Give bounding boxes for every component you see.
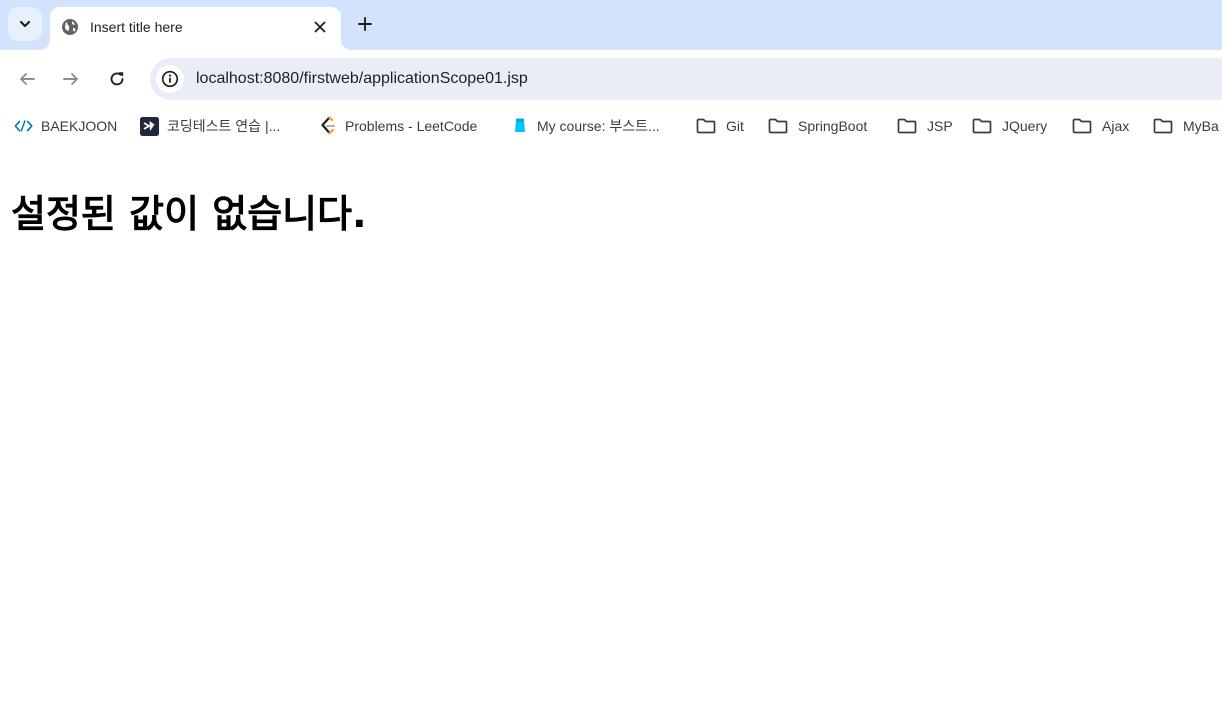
arrow-right-icon: [63, 73, 78, 85]
site-info-button[interactable]: [156, 65, 184, 93]
folder-icon: [1072, 116, 1092, 136]
leetcode-icon: [318, 116, 338, 136]
folder-icon: [897, 116, 917, 136]
bookmark-label: Git: [726, 118, 744, 134]
back-button[interactable]: [12, 64, 42, 94]
plus-icon: [358, 17, 372, 31]
tab-strip: Insert title here: [0, 0, 1222, 50]
tab-search-button[interactable]: [8, 7, 42, 41]
globe-icon: [62, 19, 78, 35]
forward-button[interactable]: [56, 64, 86, 94]
bookmark-boostcourse[interactable]: My course: 부스트...: [510, 114, 660, 138]
tab-active[interactable]: Insert title here: [50, 7, 341, 50]
tab-close-button[interactable]: [308, 15, 332, 39]
bookmark-label: SpringBoot: [798, 118, 868, 134]
reload-icon: [110, 72, 124, 86]
bookmark-baekjoon[interactable]: BAEKJOON: [14, 114, 117, 138]
page-content: 설정된 값이 없습니다.: [0, 144, 1222, 712]
folder-icon: [696, 116, 716, 136]
tab-title: Insert title here: [90, 19, 183, 35]
baekjoon-code-icon: [14, 116, 34, 136]
bookmark-label: Ajax: [1102, 118, 1130, 134]
chevron-down-icon: [19, 20, 31, 28]
folder-icon: [768, 116, 788, 136]
programmers-icon: [139, 116, 159, 136]
bookmark-label: JQuery: [1002, 118, 1048, 134]
page-heading: 설정된 값이 없습니다.: [11, 192, 367, 236]
bookmark-folder-git[interactable]: Git: [696, 114, 744, 138]
toolbar: localhost:8080/firstweb/applicationScope…: [0, 50, 1222, 108]
bookmark-label: Problems - LeetCode: [345, 118, 478, 134]
reload-button[interactable]: [102, 64, 132, 94]
browser-window: Insert title here localhost:8080/firstwe…: [0, 0, 1222, 712]
folder-icon: [972, 116, 992, 136]
bookmark-folder-jquery[interactable]: JQuery: [972, 114, 1047, 138]
bookmark-label: 코딩테스트 연습 |...: [167, 118, 281, 134]
folder-icon: [1153, 116, 1173, 136]
bookmark-folder-ajax[interactable]: Ajax: [1072, 114, 1129, 138]
bookmark-leetcode[interactable]: Problems - LeetCode: [318, 114, 477, 138]
info-icon: [161, 70, 179, 88]
bookmark-label: MyBa: [1183, 118, 1219, 134]
bookmark-label: JSP: [927, 118, 953, 134]
bookmark-label: BAEKJOON: [41, 118, 118, 134]
bookmarks-bar: BAEKJOON 코딩테스트 연습 |... Problems - LeetCo…: [0, 108, 1222, 144]
close-icon: [314, 21, 326, 33]
bookmark-label: My course: 부스트...: [537, 118, 660, 134]
address-bar[interactable]: localhost:8080/firstweb/applicationScope…: [150, 58, 1222, 100]
url-text[interactable]: localhost:8080/firstweb/applicationScope…: [196, 70, 528, 88]
bookmark-folder-jsp[interactable]: JSP: [897, 114, 953, 138]
boostcourse-icon: [510, 116, 530, 136]
arrow-left-icon: [20, 73, 35, 85]
bookmark-programmers[interactable]: 코딩테스트 연습 |...: [139, 114, 280, 138]
bookmark-folder-mybatis[interactable]: MyBa: [1153, 114, 1219, 138]
new-tab-button[interactable]: [351, 10, 379, 38]
bookmark-folder-springboot[interactable]: SpringBoot: [768, 114, 867, 138]
